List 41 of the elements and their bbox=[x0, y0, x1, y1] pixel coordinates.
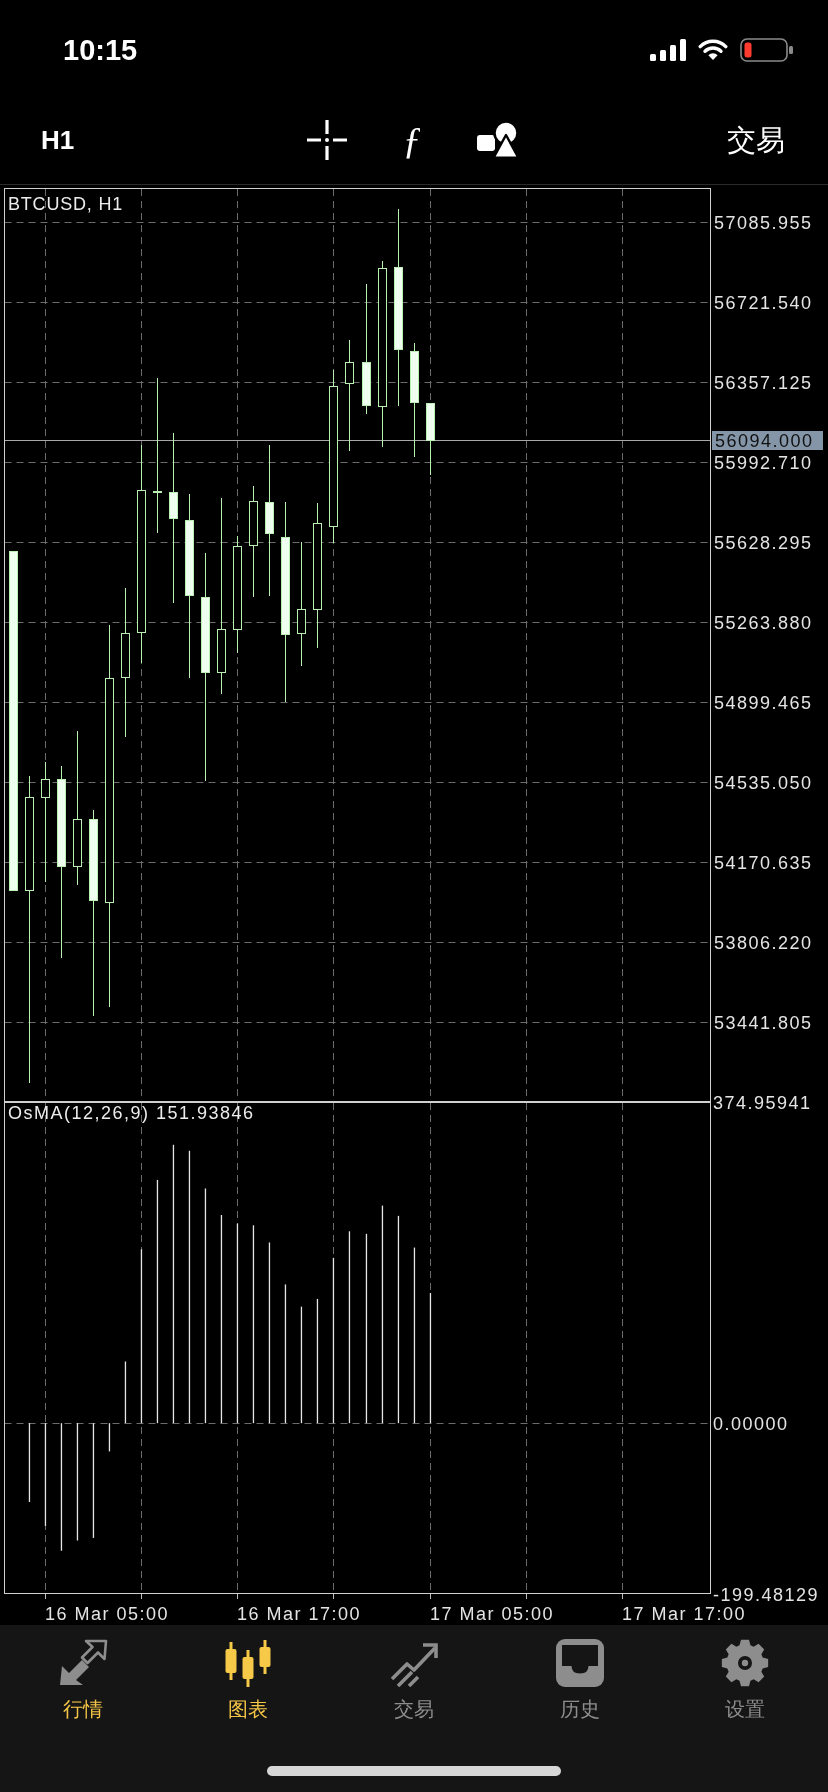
tab-button[interactable]: 图表 bbox=[165, 1625, 332, 1721]
price-label: 55628.295 bbox=[714, 532, 813, 553]
time-label: 16 Mar 05:00 bbox=[45, 1604, 170, 1624]
inbox-icon bbox=[554, 1639, 605, 1687]
wifi-icon bbox=[698, 39, 728, 61]
trade-button[interactable]: 交易 bbox=[727, 123, 785, 157]
arrows-icon bbox=[57, 1639, 108, 1687]
time-label: 17 Mar 05:00 bbox=[430, 1604, 555, 1624]
timeframe-button[interactable]: H1 bbox=[41, 125, 75, 155]
price-label: 57085.955 bbox=[714, 212, 813, 233]
histogram-bar bbox=[124, 1361, 127, 1424]
price-label: 53441.805 bbox=[714, 1012, 813, 1033]
price-label: 56357.125 bbox=[714, 372, 813, 393]
crosshair-icon[interactable] bbox=[307, 120, 347, 160]
tab-button[interactable]: 交易 bbox=[331, 1625, 497, 1721]
price-label: 54170.635 bbox=[714, 852, 813, 873]
histogram-bar bbox=[108, 1423, 111, 1452]
price-label: 56721.540 bbox=[714, 292, 813, 313]
current-price-tag: 56094.000 bbox=[712, 430, 823, 451]
tab-button[interactable]: 历史 bbox=[496, 1625, 663, 1721]
axis-label: 374.95941 bbox=[713, 1092, 812, 1113]
function-button[interactable]: ƒ bbox=[399, 120, 425, 160]
chart-title: BTCUSD, H1 bbox=[8, 194, 123, 214]
price-label: 55263.880 bbox=[714, 612, 813, 633]
indicator-title: OsMA(12,26,9) 151.93846 bbox=[8, 1103, 255, 1123]
time-label: 16 Mar 17:00 bbox=[237, 1604, 362, 1624]
battery-icon bbox=[740, 38, 794, 62]
price-label: 54899.465 bbox=[714, 692, 813, 713]
axis-label: 0.00000 bbox=[713, 1413, 789, 1434]
time-label: 17 Mar 17:00 bbox=[622, 1604, 747, 1624]
status-time: 10:15 bbox=[63, 33, 138, 67]
tab-button[interactable]: 设置 bbox=[662, 1625, 828, 1721]
shapes-icon[interactable] bbox=[477, 121, 519, 159]
price-label: 54535.050 bbox=[714, 772, 813, 793]
price-label: 53806.220 bbox=[714, 932, 813, 953]
axis-label: -199.48129 bbox=[713, 1584, 820, 1605]
signal-icon bbox=[650, 39, 686, 61]
candlestick-icon bbox=[223, 1639, 274, 1687]
price-label: 55992.710 bbox=[714, 452, 813, 473]
tab-button[interactable]: 行情 bbox=[0, 1625, 166, 1721]
settings-icon bbox=[720, 1639, 771, 1687]
